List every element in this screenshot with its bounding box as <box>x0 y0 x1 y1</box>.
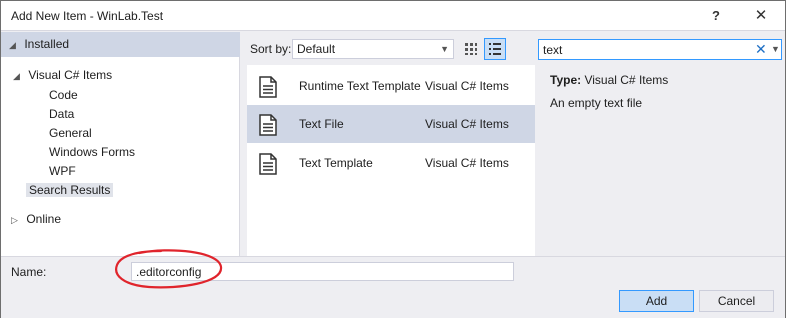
tree-node-wpf[interactable]: WPF <box>49 162 76 181</box>
text-file-icon <box>259 153 277 175</box>
tree-node-code[interactable]: Code <box>49 86 78 105</box>
details-type: Type: Visual C# Items <box>550 73 668 87</box>
tree-node-installed-label: Installed <box>24 37 70 51</box>
template-name: Text File <box>299 117 344 131</box>
tree-node-data[interactable]: Data <box>49 105 74 124</box>
list-view-button[interactable] <box>484 38 506 60</box>
details-type-key: Type: <box>550 73 582 87</box>
clear-search-icon[interactable]: ✕ <box>755 41 767 58</box>
annotation-circle <box>115 249 223 289</box>
small-icons-view-button[interactable] <box>460 38 482 60</box>
add-new-item-dialog: Add New Item - WinLab.Test ? ✕ ◢ Install… <box>0 0 786 318</box>
add-button[interactable]: Add <box>619 290 694 312</box>
title-bar: Add New Item - WinLab.Test ? ✕ <box>1 1 785 31</box>
chevron-down-icon[interactable]: ▼ <box>771 44 780 54</box>
template-category: Visual C# Items <box>425 156 509 170</box>
tree-node-general[interactable]: General <box>49 124 92 143</box>
details-type-value: Visual C# Items <box>584 73 669 87</box>
category-tree: ◢ Installed ◢ Visual C# Items Code Data … <box>1 32 240 256</box>
template-list: Runtime Text Template Visual C# Items Te… <box>247 65 535 256</box>
template-item-runtime-text-template[interactable]: Runtime Text Template Visual C# Items <box>247 67 535 105</box>
details-description: An empty text file <box>550 96 643 110</box>
cancel-button[interactable]: Cancel <box>699 290 774 312</box>
chevron-down-icon: ▼ <box>440 44 449 54</box>
sort-by-dropdown[interactable]: Default ▼ <box>292 39 454 59</box>
close-icon[interactable]: ✕ <box>746 4 776 28</box>
sort-by-value: Default <box>297 42 336 56</box>
tree-node-windows-forms[interactable]: Windows Forms <box>49 143 135 162</box>
name-label: Name: <box>11 265 47 279</box>
template-item-text-template[interactable]: Text Template Visual C# Items <box>247 144 535 182</box>
text-file-icon <box>259 114 277 136</box>
tree-expanded-icon[interactable]: ◢ <box>9 36 21 55</box>
tree-collapsed-icon[interactable]: ▷ <box>11 211 23 230</box>
window-title: Add New Item - WinLab.Test <box>11 9 164 23</box>
tree-node-label: Search Results <box>26 183 114 197</box>
footer: Name: Add Cancel <box>1 249 785 318</box>
tree-node-installed[interactable]: ◢ Installed <box>1 32 240 57</box>
template-category: Visual C# Items <box>425 79 509 93</box>
list-view-icon <box>489 43 501 55</box>
tree-node-label: Online <box>26 212 62 226</box>
template-name: Runtime Text Template <box>299 79 421 93</box>
tree-node-visual-csharp-items[interactable]: ◢ Visual C# Items <box>13 66 112 85</box>
tree-node-online[interactable]: ▷ Online <box>11 210 61 229</box>
tree-node-search-results[interactable]: Search Results <box>26 181 114 200</box>
text-file-icon <box>259 76 277 98</box>
template-category: Visual C# Items <box>425 117 509 131</box>
tree-node-label: Visual C# Items <box>28 68 113 82</box>
template-name: Text Template <box>299 156 373 170</box>
tree-expanded-icon[interactable]: ◢ <box>13 67 25 86</box>
search-box: ✕ ▼ <box>538 39 782 60</box>
small-icons-view-icon <box>465 43 477 55</box>
help-icon[interactable]: ? <box>701 4 731 28</box>
template-item-text-file[interactable]: Text File Visual C# Items <box>247 105 535 143</box>
sort-by-label: Sort by: <box>250 42 292 56</box>
search-input[interactable] <box>541 41 751 58</box>
